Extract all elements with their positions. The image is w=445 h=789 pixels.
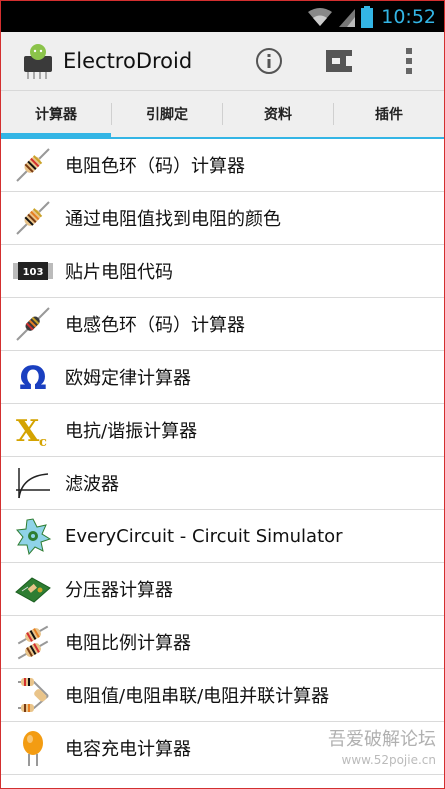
plugin-button[interactable] <box>304 32 374 91</box>
list-item-label: EveryCircuit - Circuit Simulator <box>65 525 343 547</box>
list-item-label: 通过电阻值找到电阻的颜色 <box>65 209 281 230</box>
list-item-label: 滤波器 <box>65 474 119 495</box>
filter-curve-icon <box>13 463 53 503</box>
resistor-network-icon <box>13 675 53 715</box>
capacitor-icon <box>13 728 53 768</box>
svg-text:c: c <box>39 435 47 449</box>
plugin-connector-icon <box>326 50 352 72</box>
signal-icon <box>339 7 356 27</box>
tab-plugins[interactable]: 插件 <box>334 91 444 137</box>
list-item-label: 贴片电阻代码 <box>65 262 173 283</box>
list-item-label: 分压器计算器 <box>65 580 173 601</box>
list-item-label: 电抗/谐振计算器 <box>65 421 198 442</box>
list-item-label: 电阻值/电阻串联/电阻并联计算器 <box>65 686 330 707</box>
omega-symbol: Ω <box>19 359 46 396</box>
list-item-ohms-law[interactable]: Ω 欧姆定律计算器 <box>1 351 444 404</box>
watermark-text: 吾爱破解论坛 <box>328 729 436 750</box>
watermark: 吾爱破解论坛 www.52pojie.cn <box>328 730 436 770</box>
info-icon <box>256 48 282 74</box>
inductor-icon <box>13 304 53 344</box>
list-item-reactance-resonance[interactable]: Xc 电抗/谐振计算器 <box>1 404 444 457</box>
tab-pinouts[interactable]: 引脚定 <box>112 91 222 137</box>
list-item-filters[interactable]: 滤波器 <box>1 457 444 510</box>
list-item-resistor-color-code[interactable]: 电阻色环（码）计算器 <box>1 139 444 192</box>
smd-resistor-icon: 103 <box>13 251 53 291</box>
tab-resources[interactable]: 资料 <box>223 91 333 137</box>
list-item-smd-resistor-code[interactable]: 103 贴片电阻代码 <box>1 245 444 298</box>
circuit-board-icon <box>13 569 53 609</box>
list-item-inductor-color-code[interactable]: 电感色环（码）计算器 <box>1 298 444 351</box>
clock: 10:52 <box>381 5 436 28</box>
list-item-label: 电阻比例计算器 <box>65 633 191 654</box>
status-bar: 10:52 <box>1 1 444 32</box>
watermark-url: www.52pojie.cn <box>341 753 436 767</box>
tab-bar: 计算器 引脚定 资料 插件 <box>1 91 444 139</box>
list-item-label: 电阻色环（码）计算器 <box>65 156 245 177</box>
info-button[interactable] <box>234 32 304 91</box>
battery-icon <box>361 5 374 28</box>
list-item-voltage-divider[interactable]: 分压器计算器 <box>1 563 444 616</box>
reactance-icon: Xc <box>13 410 53 450</box>
list-item-label: 电感色环（码）计算器 <box>65 315 245 336</box>
overflow-menu-icon <box>406 48 412 74</box>
list-item-label: 电容充电计算器 <box>65 739 191 760</box>
overflow-menu-button[interactable] <box>374 32 444 91</box>
app-title: ElectroDroid <box>63 49 193 73</box>
omega-icon: Ω <box>13 357 53 397</box>
app-logo-icon[interactable] <box>19 42 57 80</box>
reactance-symbol: X <box>16 414 40 449</box>
smd-code-text: 103 <box>23 267 44 278</box>
list-item-resistor-ratio[interactable]: 电阻比例计算器 <box>1 616 444 669</box>
tab-calculators[interactable]: 计算器 <box>1 91 111 139</box>
wifi-icon <box>307 7 333 27</box>
list-item-resistor-value-to-color[interactable]: 通过电阻值找到电阻的颜色 <box>1 192 444 245</box>
resistor-icon <box>13 145 53 185</box>
everycircuit-icon <box>13 516 53 556</box>
resistor-icon <box>13 198 53 238</box>
resistor-ratio-icon <box>13 622 53 662</box>
list-item-label: 欧姆定律计算器 <box>65 368 191 389</box>
action-bar: ElectroDroid <box>1 32 444 91</box>
list-item-everycircuit[interactable]: EveryCircuit - Circuit Simulator <box>1 510 444 563</box>
calculator-list: 电阻色环（码）计算器 通过电阻值找到电阻的颜色 103 贴片电阻代码 电感色环（… <box>1 139 444 775</box>
list-item-resistor-series-parallel[interactable]: 电阻值/电阻串联/电阻并联计算器 <box>1 669 444 722</box>
